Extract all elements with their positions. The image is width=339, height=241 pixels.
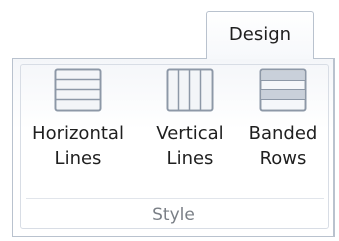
panel-top-border — [12, 58, 207, 59]
group-separator — [26, 198, 324, 199]
banded-rows-button[interactable]: Banded Rows — [243, 68, 323, 171]
horizontal-lines-button[interactable]: Horizontal Lines — [24, 68, 132, 171]
banded-rows-label: Banded Rows — [248, 123, 318, 169]
vertical-lines-button[interactable]: Vertical Lines — [150, 68, 230, 171]
banded-rows-icon — [243, 68, 323, 112]
tab-design-label: Design — [228, 24, 292, 45]
vertical-lines-label: Vertical Lines — [156, 123, 224, 169]
panel-top-border — [313, 58, 335, 59]
group-caption-style: Style — [152, 205, 195, 225]
horizontal-lines-label: Horizontal Lines — [32, 123, 124, 169]
vertical-lines-icon — [150, 68, 230, 112]
ribbon-area: Design Horizontal Lines Vertical Lines B… — [0, 0, 339, 241]
horizontal-lines-icon — [24, 68, 132, 112]
tab-design[interactable]: Design — [206, 11, 314, 59]
